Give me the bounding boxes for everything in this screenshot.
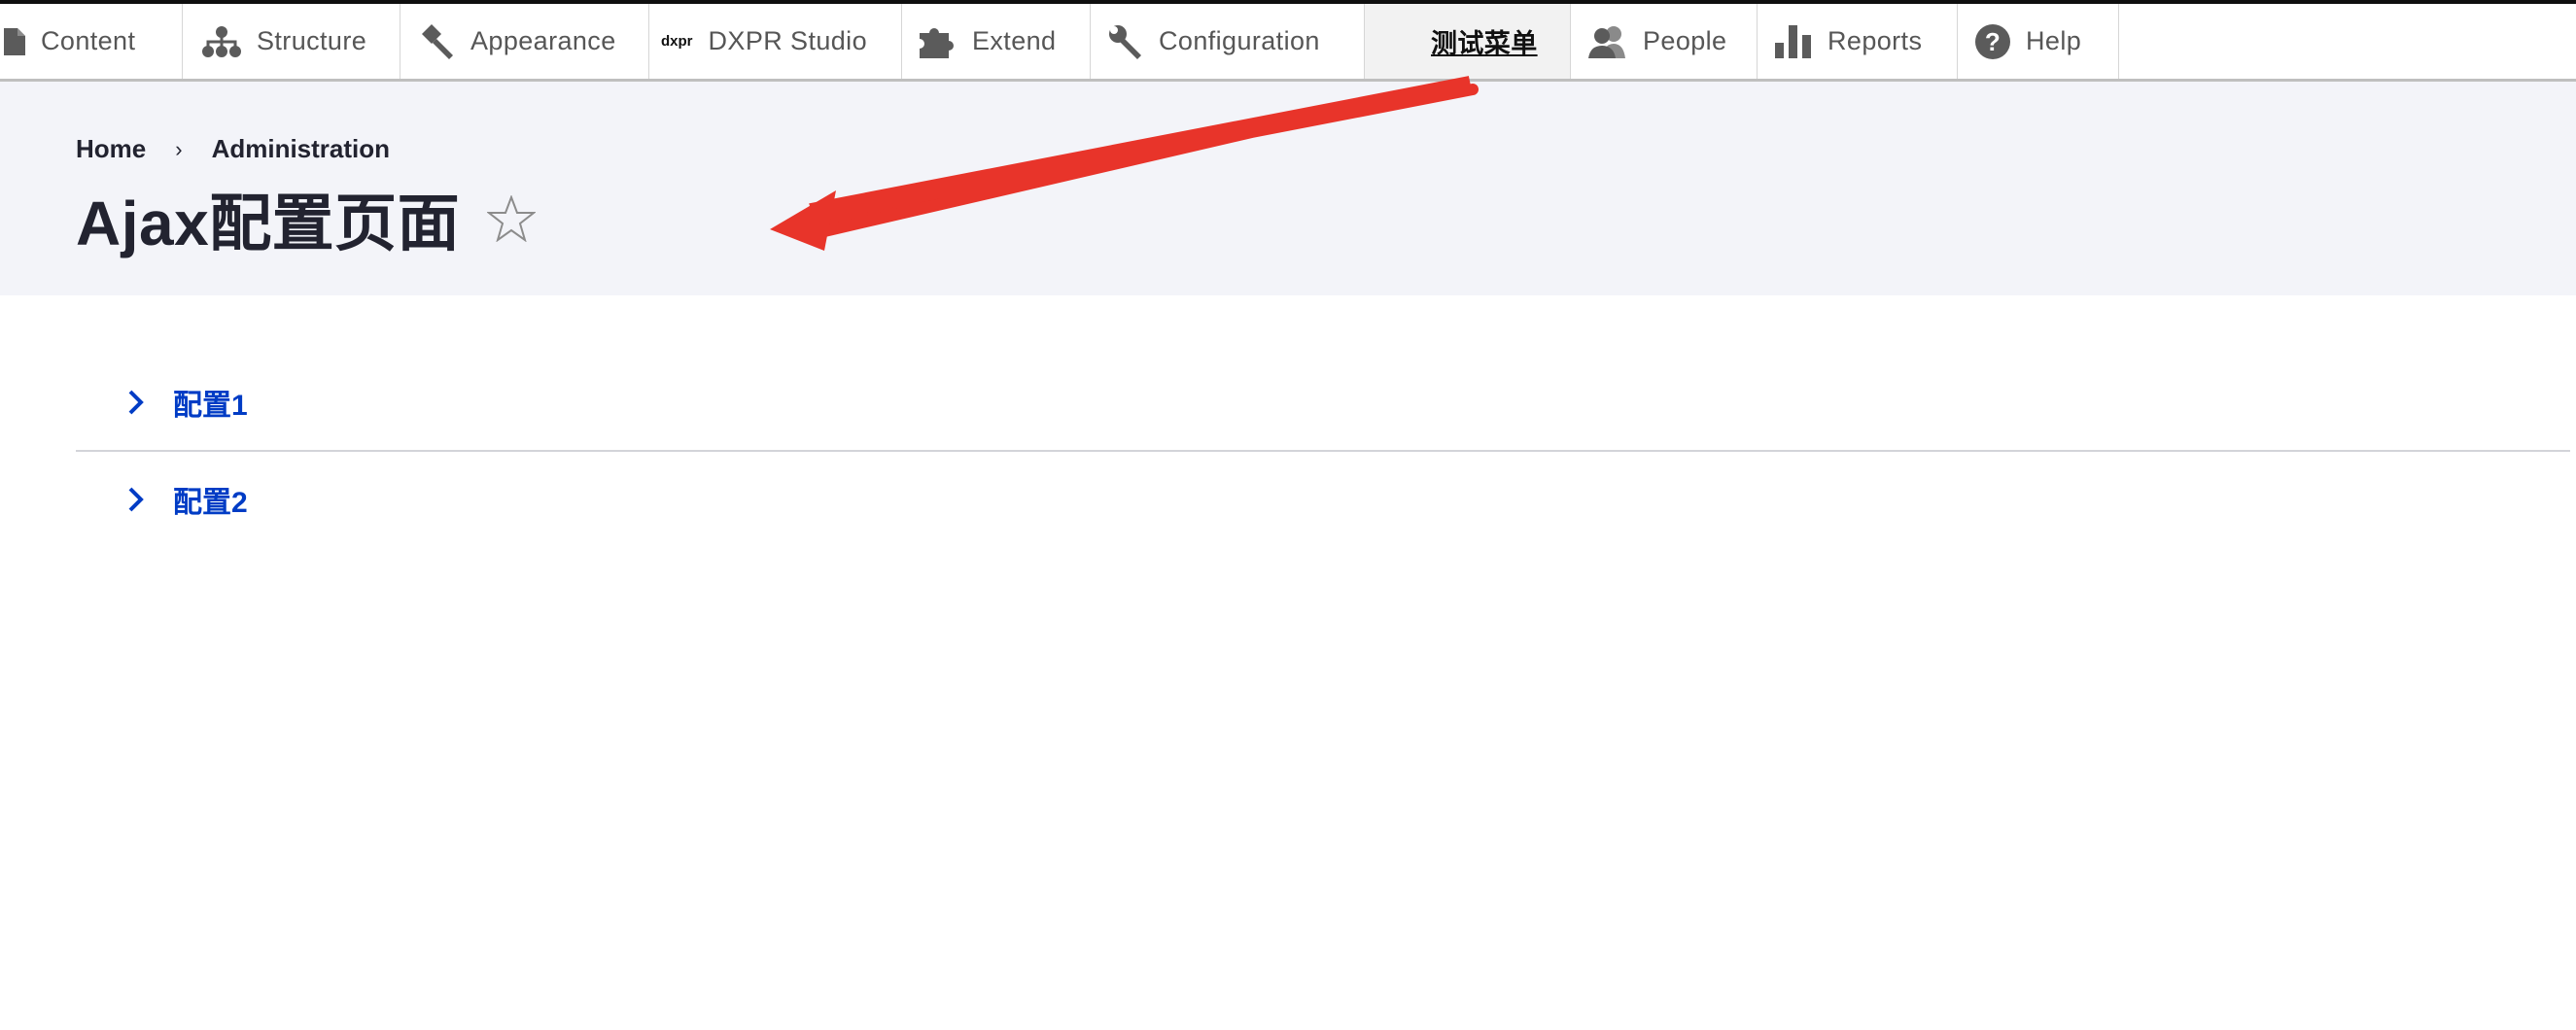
structure-icon	[202, 25, 241, 58]
toolbar-item-label: People	[1643, 26, 1727, 55]
appearance-icon	[418, 23, 455, 59]
toolbar-item-structure[interactable]: Structure	[183, 4, 400, 79]
dxpr-logo-icon: dxpr	[661, 33, 693, 50]
dxpr-logo-text: dxpr	[661, 33, 693, 50]
content-icon	[4, 27, 25, 55]
wrench-icon	[1108, 24, 1143, 59]
toolbar-item-test-menu[interactable]: 测试菜单	[1365, 4, 1571, 79]
toolbar-item-label: Extend	[972, 26, 1057, 55]
toolbar-item-label: Appearance	[470, 26, 616, 55]
toolbar-item-label: Structure	[257, 26, 367, 55]
reports-icon	[1775, 24, 1812, 58]
page-title-wrap: Ajax配置页面	[76, 174, 537, 263]
details-summary-config2[interactable]: 配置2	[76, 452, 2570, 547]
toolbar-item-configuration[interactable]: Configuration	[1091, 4, 1365, 79]
breadcrumb: Home › Administration	[76, 134, 390, 164]
toolbar-item-dxpr-studio[interactable]: dxpr DXPR Studio	[649, 4, 902, 79]
people-icon	[1588, 25, 1627, 58]
toolbar-item-label: Configuration	[1159, 26, 1320, 55]
chevron-right-icon	[126, 389, 154, 416]
star-icon[interactable]	[487, 195, 537, 242]
details-summary-label: 配置2	[173, 487, 248, 519]
breadcrumb-separator: ›	[175, 136, 183, 161]
toolbar-item-label: Help	[2026, 26, 2082, 55]
admin-toolbar: Content Structure Appearance dxpr DXPR S…	[0, 0, 2576, 82]
svg-text:?: ?	[1985, 27, 2001, 56]
toolbar-item-label: Reports	[1828, 26, 1923, 55]
toolbar-item-label: Content	[41, 26, 136, 55]
page: Content Structure Appearance dxpr DXPR S…	[0, 0, 2576, 1030]
toolbar-item-label: 测试菜单	[1431, 29, 1538, 58]
toolbar-item-content[interactable]: Content	[0, 4, 183, 79]
toolbar-item-label: DXPR Studio	[708, 26, 867, 55]
breadcrumb-home[interactable]: Home	[76, 134, 146, 164]
details-list: 配置1 配置2	[76, 355, 2570, 547]
toolbar-item-extend[interactable]: Extend	[902, 4, 1091, 79]
toolbar-item-reports[interactable]: Reports	[1758, 4, 1958, 79]
page-header: Home › Administration Ajax配置页面	[0, 82, 2576, 295]
help-icon: ?	[1975, 23, 2010, 59]
page-title: Ajax配置页面	[76, 189, 461, 258]
puzzle-icon	[920, 25, 957, 58]
toolbar-item-help[interactable]: ? Help	[1958, 4, 2119, 79]
breadcrumb-administration[interactable]: Administration	[212, 134, 390, 164]
toolbar-item-people[interactable]: People	[1571, 4, 1758, 79]
chevron-right-icon	[126, 486, 154, 513]
toolbar-item-appearance[interactable]: Appearance	[400, 4, 649, 79]
details-summary-config1[interactable]: 配置1	[76, 355, 2570, 450]
details-summary-label: 配置1	[173, 390, 248, 422]
